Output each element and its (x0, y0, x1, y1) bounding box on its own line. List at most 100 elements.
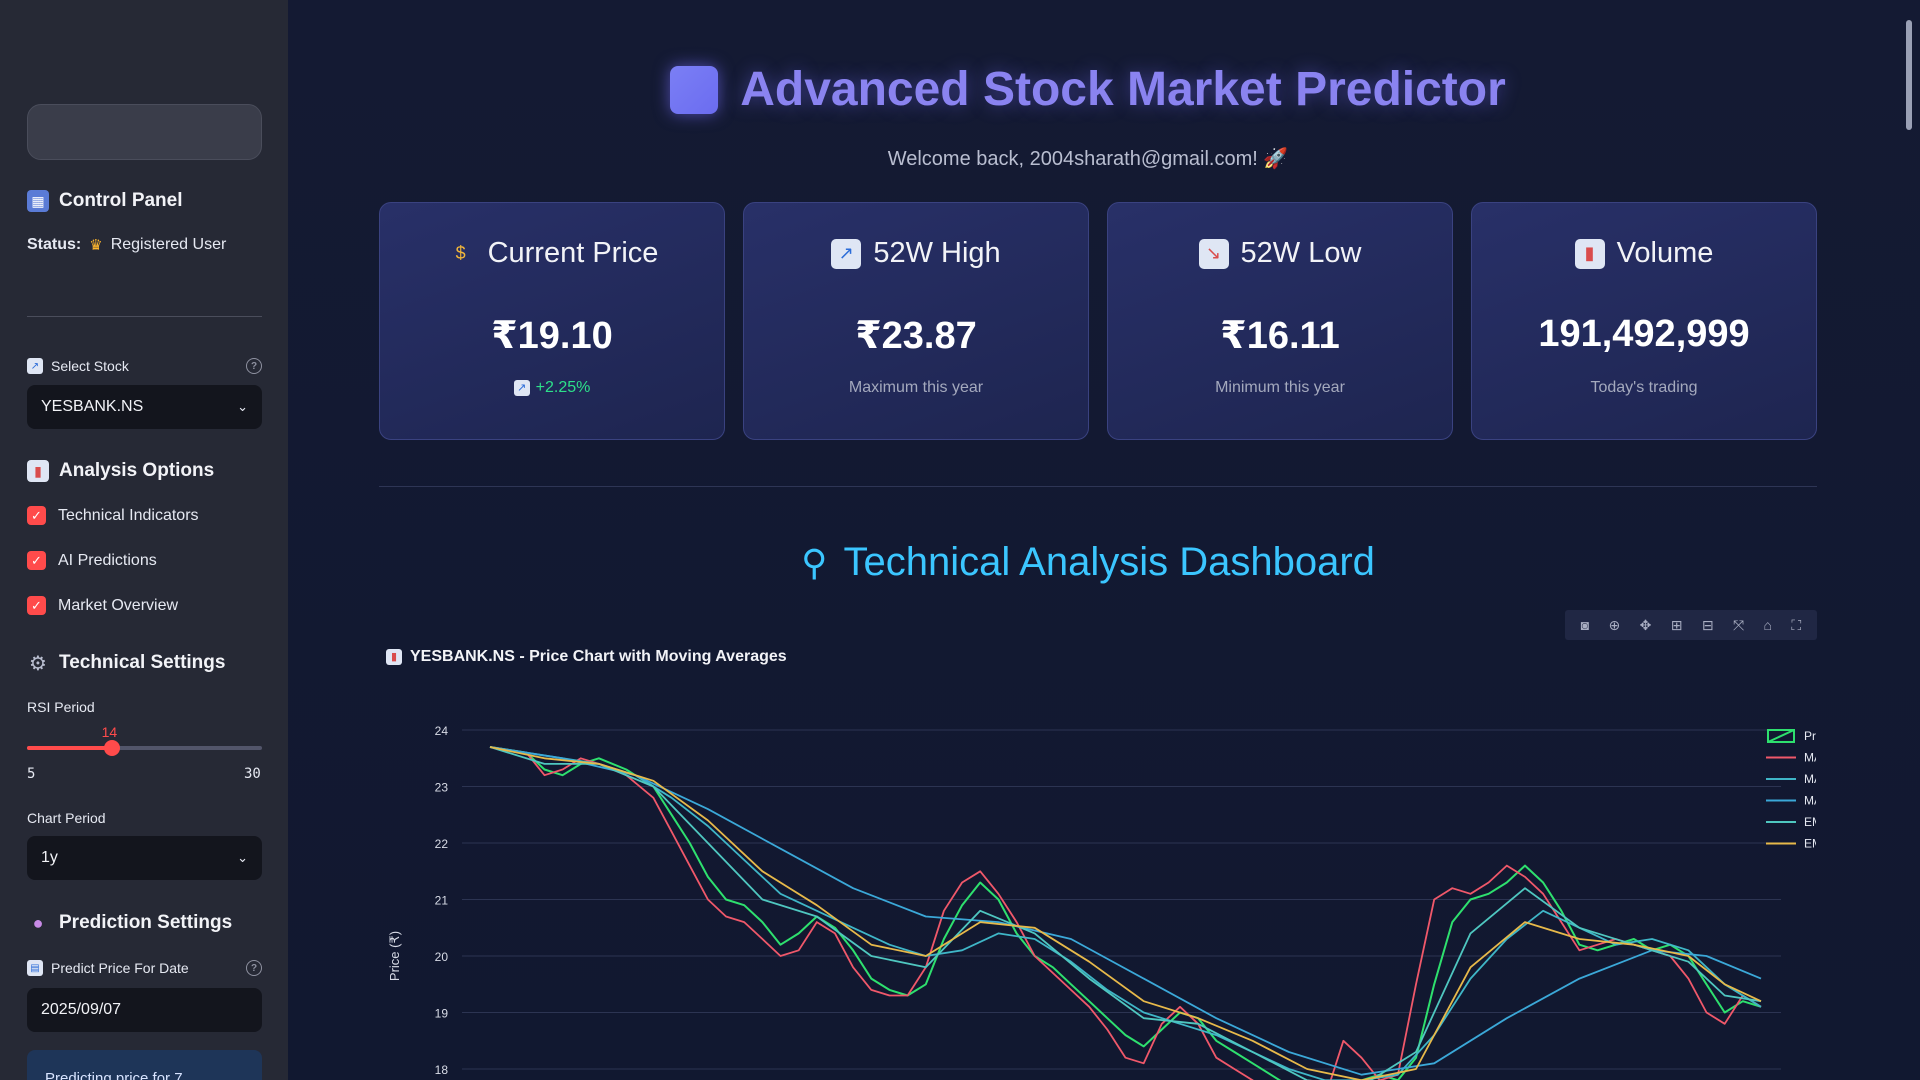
card-title-text: Volume (1616, 237, 1714, 269)
card-value: ₹23.87 (855, 315, 977, 357)
pan-icon[interactable]: ✥ (1640, 617, 1652, 634)
chart-period-label: Chart Period (27, 810, 262, 826)
predict-date-text: Predict Price For Date (51, 960, 189, 976)
zoom-in-icon[interactable]: ⊞ (1671, 617, 1683, 634)
prediction-info-text: Predicting price for 7 (45, 1070, 183, 1080)
technical-settings-heading: ⚙ Technical Settings (27, 652, 225, 675)
chart-up-icon: ↗ (513, 380, 530, 396)
chart-up-icon: ↗ (831, 238, 862, 269)
welcome-message: Welcome back, 2004sharath@gmail.com! 🚀 (887, 148, 1289, 170)
chart-down-icon: ↘ (1198, 238, 1229, 269)
checkbox-technical-indicators[interactable]: ✓ Technical Indicators (27, 506, 199, 525)
chart-period-text: Chart Period (27, 810, 106, 826)
user-status: Status: ♛ Registered User (27, 236, 226, 254)
y-tick-label: 19 (435, 1007, 449, 1021)
rsi-slider[interactable]: 14 (27, 724, 262, 756)
status-label: Status: (27, 236, 82, 253)
page-title-text: Advanced Stock Market Predictor (740, 63, 1506, 116)
y-tick-label: 23 (435, 781, 449, 795)
predict-date-label: ▤ Predict Price For Date ? (27, 960, 262, 976)
y-tick-label: 24 (435, 724, 449, 738)
card-title: ↘ 52W Low (1108, 237, 1452, 270)
predict-date-value: 2025/09/07 (41, 1001, 122, 1018)
main-content: Advanced Stock Market Predictor Welcome … (288, 0, 1920, 1080)
bar-chart-icon: ▮ (27, 460, 49, 482)
card-title-text: 52W High (873, 237, 1001, 269)
card-title: ▮ Volume (1472, 237, 1816, 270)
checkbox-ai-predictions[interactable]: ✓ AI Predictions (27, 551, 157, 570)
metric-card-current-price: $ Current Price ₹19.10 ↗ +2.25% (379, 202, 725, 440)
card-subtitle: Today's trading (1590, 379, 1698, 396)
card-title: ↗ 52W High (744, 237, 1088, 270)
y-axis-label: Price (₹) (387, 931, 402, 981)
stock-select-value: YESBANK.NS (41, 398, 144, 415)
sidebar-divider (27, 316, 262, 317)
gear-icon: ⚙ (29, 652, 47, 675)
camera-icon[interactable]: ◙ (1581, 617, 1589, 633)
card-subtitle: Minimum this year (1215, 379, 1345, 396)
metric-cards: $ Current Price ₹19.10 ↗ +2.25% ↗ 52W Hi… (379, 202, 1920, 440)
card-value: ₹16.11 (1220, 315, 1340, 357)
checkbox-checked-icon[interactable]: ✓ (27, 551, 46, 570)
autoscale-icon[interactable]: ⤧ (1733, 617, 1744, 634)
analysis-options-label: Analysis Options (59, 460, 215, 481)
rsi-period-label: RSI Period (27, 699, 262, 715)
home-icon[interactable]: ⌂ (1764, 617, 1772, 633)
legend-label: EMA12 (1804, 815, 1816, 829)
rsi-slider-max: 30 (244, 766, 261, 782)
checkbox-market-overview[interactable]: ✓ Market Overview (27, 596, 178, 615)
section-title: ⚲ Technical Analysis Dashboard (288, 540, 1888, 585)
legend-swatch-line (1767, 729, 1795, 743)
price-chart[interactable]: 18 19 20 21 22 23 24 Price (₹) Price MA5 MA20 MA50 E… (376, 700, 1816, 1080)
card-subtitle: ↗ +2.25% (380, 379, 724, 397)
legend-label: Price (1804, 729, 1816, 743)
prediction-settings-heading: ● Prediction Settings (27, 912, 233, 934)
chart-period-select[interactable]: 1y ⌄ (27, 836, 262, 880)
help-icon[interactable]: ? (246, 960, 262, 976)
checkbox-checked-icon[interactable]: ✓ (27, 596, 46, 615)
y-tick-label: 22 (435, 837, 449, 851)
bar-chart-icon: ▮ (1574, 238, 1605, 269)
card-title-text: 52W Low (1240, 237, 1362, 269)
scrollbar[interactable] (1906, 20, 1912, 130)
price-change: +2.25% (535, 379, 591, 396)
legend-label: MA20 (1804, 772, 1816, 786)
section-divider (379, 486, 1817, 487)
checkbox-label: Market Overview (58, 596, 179, 614)
prediction-info-box: Predicting price for 7 (27, 1050, 262, 1080)
help-icon[interactable]: ? (246, 358, 262, 374)
card-value: ₹19.10 (491, 315, 613, 357)
metric-card-52w-low: ↘ 52W Low ₹16.11 Minimum this year (1107, 202, 1453, 440)
checkbox-label: Technical Indicators (58, 506, 199, 524)
legend-label: MA5 (1804, 751, 1816, 765)
y-tick-label: 20 (435, 950, 449, 964)
zoom-icon[interactable]: ⊕ (1609, 617, 1621, 634)
card-subtitle: Maximum this year (848, 379, 984, 396)
checkbox-label: AI Predictions (58, 551, 157, 569)
chart-title-text: YESBANK.NS - Price Chart with Moving Ave… (410, 648, 787, 665)
chart-toolbar: ◙ ⊕ ✥ ⊞ ⊟ ⤧ ⌂ ⛶ (1565, 610, 1817, 640)
fullscreen-icon[interactable]: ⛶ (1791, 617, 1801, 634)
rsi-slider-value: 14 (101, 724, 118, 740)
select-stock-text: Select Stock (51, 358, 129, 374)
control-panel-label: Control Panel (59, 190, 183, 211)
chevron-down-icon: ⌄ (237, 399, 248, 414)
zoom-out-icon[interactable]: ⊟ (1702, 617, 1714, 634)
money-bag-icon: $ (455, 243, 466, 263)
sidebar-logo-box (27, 104, 262, 160)
predict-date-input[interactable]: 2025/09/07 (27, 988, 262, 1032)
rsi-slider-handle[interactable] (103, 740, 120, 756)
chart-period-value: 1y (41, 849, 58, 866)
app-logo-icon (670, 65, 719, 114)
metric-card-52w-high: ↗ 52W High ₹23.87 Maximum this year (743, 202, 1089, 440)
metric-card-volume: ▮ Volume 191,492,999 Today's trading (1471, 202, 1817, 440)
legend-label: EMA26 (1804, 837, 1816, 851)
rsi-period-text: RSI Period (27, 699, 95, 715)
magnifier-icon: ⚲ (801, 541, 828, 583)
series-line-ma50 (489, 746, 1762, 1076)
prediction-settings-label: Prediction Settings (59, 912, 233, 933)
bar-chart-icon: ▮ (386, 649, 402, 665)
checkbox-checked-icon[interactable]: ✓ (27, 506, 46, 525)
y-tick-label: 21 (435, 894, 449, 908)
stock-select[interactable]: YESBANK.NS ⌄ (27, 385, 262, 429)
